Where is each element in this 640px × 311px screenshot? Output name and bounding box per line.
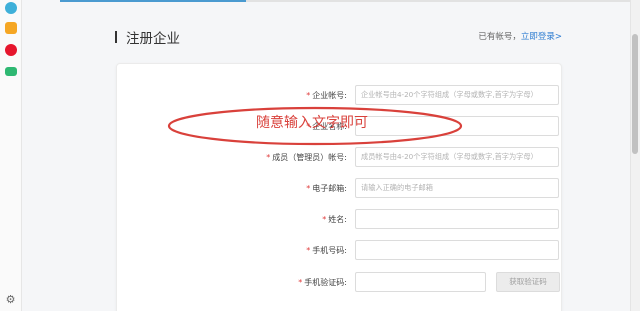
login-hint: 已有帐号，立即登录> (478, 30, 562, 42)
weibo-icon[interactable] (5, 44, 17, 56)
page-title-text: 注册企业 (126, 31, 180, 47)
star-icon[interactable] (5, 22, 17, 34)
field-label-text: 电子邮箱: (312, 183, 347, 193)
get-code-button[interactable]: 获取验证码 (496, 272, 560, 292)
page-title: 注册企业 (115, 27, 180, 47)
required-mark: * (266, 152, 271, 162)
name-input[interactable] (355, 209, 559, 229)
phone-input[interactable] (355, 240, 559, 260)
required-mark: * (306, 245, 311, 255)
required-mark: * (306, 90, 311, 100)
login-link[interactable]: 立即登录> (521, 32, 562, 42)
title-marker (115, 31, 117, 43)
annotation-text: 随意输入文字即可 (256, 115, 368, 131)
field-label: * 姓名: (117, 214, 355, 225)
admin-account-input[interactable]: 成员帐号由4-20个字符组成（字母或数字,首字为字母） (355, 147, 559, 167)
required-mark: * (298, 277, 303, 287)
gear-icon[interactable]: ⚙ (4, 293, 17, 306)
form-row-email: * 电子邮箱: 请输入正确的电子邮箱 (117, 177, 559, 199)
company-account-input[interactable]: 企业帐号由4-20个字符组成（字母或数字,首字为字母） (355, 85, 559, 105)
required-mark: * (322, 214, 327, 224)
field-label-text: 手机验证码: (304, 277, 347, 287)
company-name-input[interactable] (355, 116, 559, 136)
chat-bubble-icon[interactable] (5, 2, 17, 14)
field-label: * 成员（管理员）帐号: (117, 152, 355, 163)
field-label-text: 姓名: (328, 214, 347, 224)
form-row-sms-code: * 手机验证码: 获取验证码 (117, 271, 560, 293)
form-row-admin-account: * 成员（管理员）帐号: 成员帐号由4-20个字符组成（字母或数字,首字为字母） (117, 146, 559, 168)
field-label: * 企业帐号: (117, 90, 355, 101)
folder-icon[interactable] (5, 67, 17, 76)
sms-code-input[interactable] (355, 272, 486, 292)
field-label-text: 手机号码: (312, 245, 347, 255)
form-row-phone: * 手机号码: (117, 239, 559, 261)
field-label-text: 成员（管理员）帐号: (272, 152, 347, 162)
email-input[interactable]: 请输入正确的电子邮箱 (355, 178, 559, 198)
field-label: * 电子邮箱: (117, 183, 355, 194)
scrollbar-thumb[interactable] (632, 34, 638, 154)
browser-sidebar: ⚙ (0, 0, 22, 311)
login-prompt-text: 已有帐号， (478, 32, 521, 42)
form-row-company-account: * 企业帐号: 企业帐号由4-20个字符组成（字母或数字,首字为字母） (117, 84, 559, 106)
field-label: * 手机号码: (117, 245, 355, 256)
registration-form: * 企业帐号: 企业帐号由4-20个字符组成（字母或数字,首字为字母） * 企业名称… (116, 63, 562, 311)
form-row-name: * 姓名: (117, 208, 559, 230)
required-mark: * (306, 183, 311, 193)
field-label-text: 企业帐号: (312, 90, 347, 100)
field-label: * 手机验证码: (117, 277, 355, 288)
progress-accent (60, 0, 246, 2)
vertical-scrollbar[interactable] (630, 0, 640, 311)
